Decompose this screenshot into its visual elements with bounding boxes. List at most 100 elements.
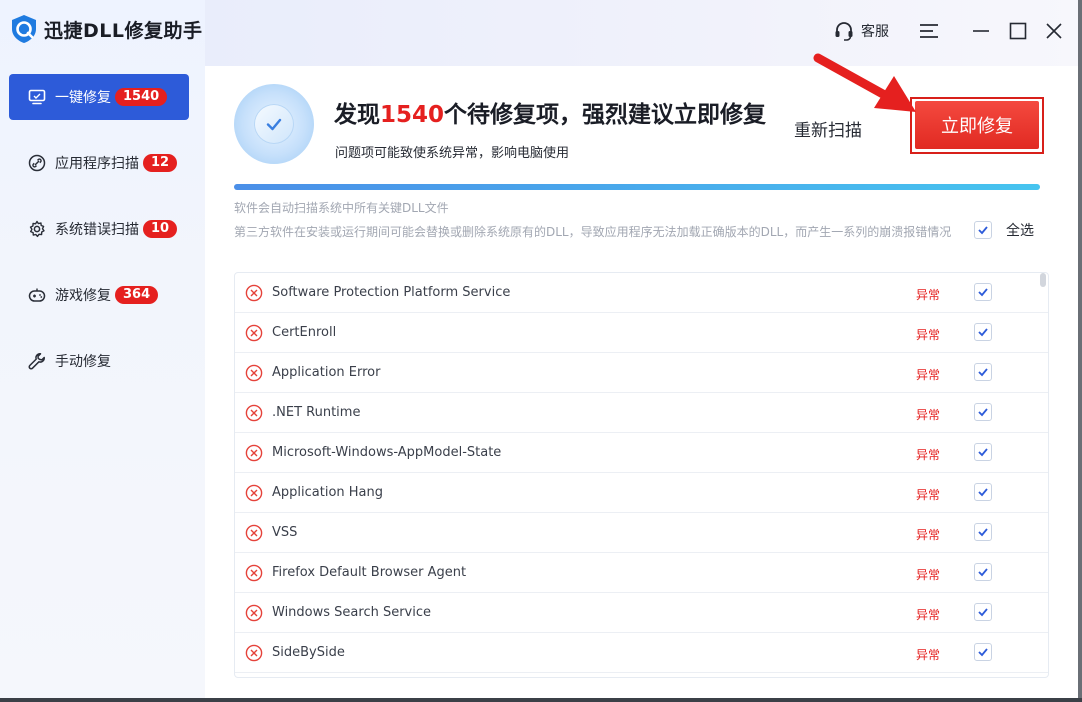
list-item[interactable]: .NET Runtime 异常 xyxy=(235,393,1048,433)
item-name: Microsoft-Windows-AppModel-State xyxy=(272,445,502,460)
minimize-button[interactable] xyxy=(970,18,992,44)
headline-prefix: 发现 xyxy=(334,102,380,128)
error-circle-icon xyxy=(245,604,263,622)
error-circle-icon xyxy=(245,444,263,462)
scan-description: 第三方软件在安装或运行期间可能会替换或删除系统原有的DLL，导致应用程序无法加载… xyxy=(234,225,952,239)
checkmark-icon xyxy=(978,368,988,377)
error-circle-icon xyxy=(245,564,263,582)
sidebar-item-one-click-repair[interactable]: 一键修复 1540 xyxy=(9,74,189,120)
headset-icon xyxy=(835,22,853,41)
sidebar-item-label: 游戏修复 xyxy=(55,288,111,304)
sidebar-item-game-repair[interactable]: 游戏修复 364 xyxy=(9,272,189,318)
error-circle-icon xyxy=(245,324,263,342)
sidebar-item-system-error-scan[interactable]: 系统错误扫描 10 xyxy=(9,206,189,252)
list-item[interactable]: Application Hang 异常 xyxy=(235,473,1048,513)
close-icon xyxy=(1046,23,1062,39)
monitor-icon xyxy=(27,87,47,107)
checkmark-icon xyxy=(254,104,294,144)
checkmark-icon xyxy=(978,448,988,457)
count-badge: 12 xyxy=(143,154,178,172)
sidebar-item-label: 应用程序扫描 xyxy=(55,156,139,172)
titlebar xyxy=(205,0,1078,66)
select-all-label: 全选 xyxy=(1006,223,1034,239)
checkmark-icon xyxy=(978,568,988,577)
gamepad-icon xyxy=(27,285,47,305)
list-item[interactable]: Software Protection Platform Service 异常 xyxy=(235,273,1048,313)
sidebar-item-manual-repair[interactable]: 手动修复 xyxy=(9,338,189,384)
status-badge: 异常 xyxy=(916,408,941,422)
item-checkbox[interactable] xyxy=(974,403,992,421)
scan-note: 软件会自动扫描系统中所有关键DLL文件 xyxy=(234,201,449,215)
app-title: 迅捷DLL修复助手 xyxy=(44,20,203,42)
checkmark-icon xyxy=(978,288,988,297)
checkmark-icon xyxy=(978,488,988,497)
status-badge: 异常 xyxy=(916,368,941,382)
maximize-button[interactable] xyxy=(1007,18,1029,44)
sidebar-item-label: 一键修复 xyxy=(55,90,111,106)
item-name: Application Error xyxy=(272,365,381,380)
checkmark-icon xyxy=(978,226,988,235)
count-badge: 1540 xyxy=(115,88,168,106)
list-item[interactable]: VSS 异常 xyxy=(235,513,1048,553)
checkmark-icon xyxy=(978,328,988,337)
item-name: Application Hang xyxy=(272,485,384,500)
item-checkbox[interactable] xyxy=(974,363,992,381)
error-circle-icon xyxy=(245,284,263,302)
link-icon xyxy=(27,153,47,173)
gear-icon xyxy=(27,219,47,239)
app-window: 迅捷DLL修复助手 一键修复 1540 应用程序扫描 12 系统错误扫描 10 … xyxy=(0,0,1078,698)
checkmark-icon xyxy=(978,408,988,417)
minimize-icon xyxy=(973,30,989,32)
error-circle-icon xyxy=(245,364,263,382)
checkmark-icon xyxy=(978,528,988,537)
item-checkbox[interactable] xyxy=(974,443,992,461)
scan-progress-fill xyxy=(234,184,1040,190)
item-name: Software Protection Platform Service xyxy=(272,285,511,300)
status-badge: 异常 xyxy=(916,328,941,342)
checkbox[interactable] xyxy=(974,221,992,239)
status-badge: 异常 xyxy=(916,488,941,502)
menu-button[interactable] xyxy=(918,18,940,44)
item-name: Firefox Default Browser Agent xyxy=(272,565,467,580)
item-name: CertEnroll xyxy=(272,325,337,340)
item-checkbox[interactable] xyxy=(974,483,992,501)
item-name: .NET Runtime xyxy=(272,405,361,420)
status-check-badge xyxy=(234,84,314,164)
list-item[interactable]: SideBySide 异常 xyxy=(235,633,1048,673)
item-name: Windows Search Service xyxy=(272,605,432,620)
item-checkbox[interactable] xyxy=(974,283,992,301)
background-window-edge xyxy=(1078,0,1082,702)
list-scrollbar[interactable] xyxy=(1040,273,1046,287)
red-arrow-annotation-icon xyxy=(813,53,916,112)
hamburger-menu-icon xyxy=(920,24,938,38)
item-checkbox[interactable] xyxy=(974,323,992,341)
item-checkbox[interactable] xyxy=(974,563,992,581)
support-label: 客服 xyxy=(861,24,889,40)
status-badge: 异常 xyxy=(916,648,941,662)
item-checkbox[interactable] xyxy=(974,523,992,541)
fix-now-button[interactable]: 立即修复 xyxy=(915,101,1039,149)
sidebar-item-app-scan[interactable]: 应用程序扫描 12 xyxy=(9,140,189,186)
checkmark-icon xyxy=(978,648,988,657)
page-subtitle: 问题项可能致使系统异常，影响电脑使用 xyxy=(335,146,570,161)
list-item[interactable]: CertEnroll 异常 xyxy=(235,313,1048,353)
item-name: SideBySide xyxy=(272,645,345,660)
sidebar-item-label: 系统错误扫描 xyxy=(55,222,139,238)
list-item[interactable]: Microsoft-Windows-AppModel-State 异常 xyxy=(235,433,1048,473)
count-badge: 10 xyxy=(143,220,178,238)
issue-list: Software Protection Platform Service 异常 Ce… xyxy=(234,272,1049,678)
status-badge: 异常 xyxy=(916,448,941,462)
item-checkbox[interactable] xyxy=(974,603,992,621)
app-logo-icon xyxy=(12,15,36,43)
list-item[interactable]: Windows Search Service 异常 xyxy=(235,593,1048,633)
select-all-checkbox[interactable]: 全选 xyxy=(974,220,1034,240)
item-checkbox[interactable] xyxy=(974,643,992,661)
error-circle-icon xyxy=(245,644,263,662)
item-name: VSS xyxy=(272,525,298,540)
wrench-icon xyxy=(27,351,47,371)
support-button[interactable]: 客服 xyxy=(833,18,889,44)
checkmark-icon xyxy=(978,608,988,617)
list-item[interactable]: Firefox Default Browser Agent 异常 xyxy=(235,553,1048,593)
close-button[interactable] xyxy=(1043,18,1065,44)
list-item[interactable]: Application Error 异常 xyxy=(235,353,1048,393)
